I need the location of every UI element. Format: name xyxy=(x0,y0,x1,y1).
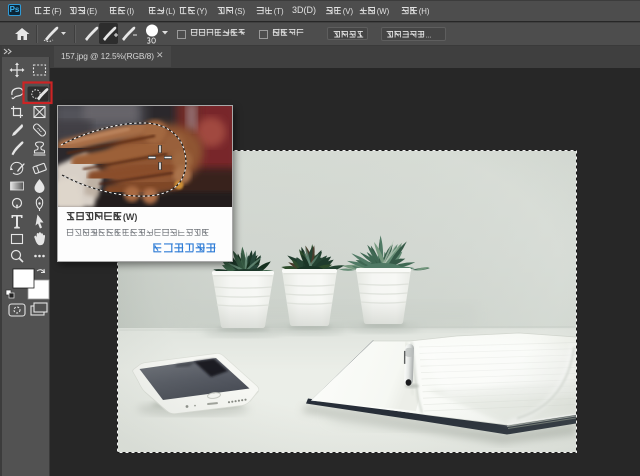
svg-text:...: ... xyxy=(426,32,432,39)
svg-text:(H): (H) xyxy=(419,7,430,16)
svg-text:(W): (W) xyxy=(122,212,136,222)
svg-text:(E): (E) xyxy=(87,7,98,16)
svg-text:(Y): (Y) xyxy=(197,7,208,16)
svg-text:(V): (V) xyxy=(343,7,354,16)
svg-text:(F): (F) xyxy=(52,7,62,16)
svg-text:(L): (L) xyxy=(166,7,176,16)
svg-text:(S): (S) xyxy=(235,7,246,16)
svg-text:(W): (W) xyxy=(377,7,390,16)
svg-text:(I): (I) xyxy=(127,7,135,16)
svg-text:(T): (T) xyxy=(274,7,284,16)
